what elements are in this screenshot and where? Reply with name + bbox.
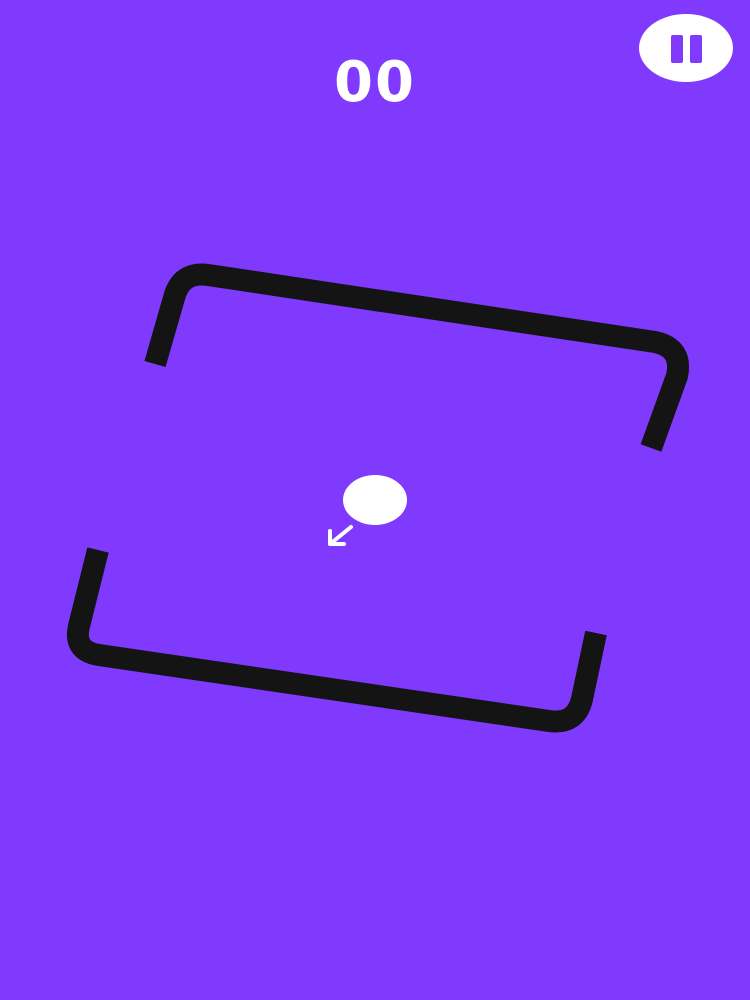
top-wall <box>144 263 689 452</box>
game-screen[interactable]: 00 <box>0 0 750 1000</box>
direction-arrow-icon <box>328 525 353 546</box>
ball <box>343 475 407 525</box>
playfield <box>67 263 689 733</box>
bottom-wall <box>67 547 607 733</box>
